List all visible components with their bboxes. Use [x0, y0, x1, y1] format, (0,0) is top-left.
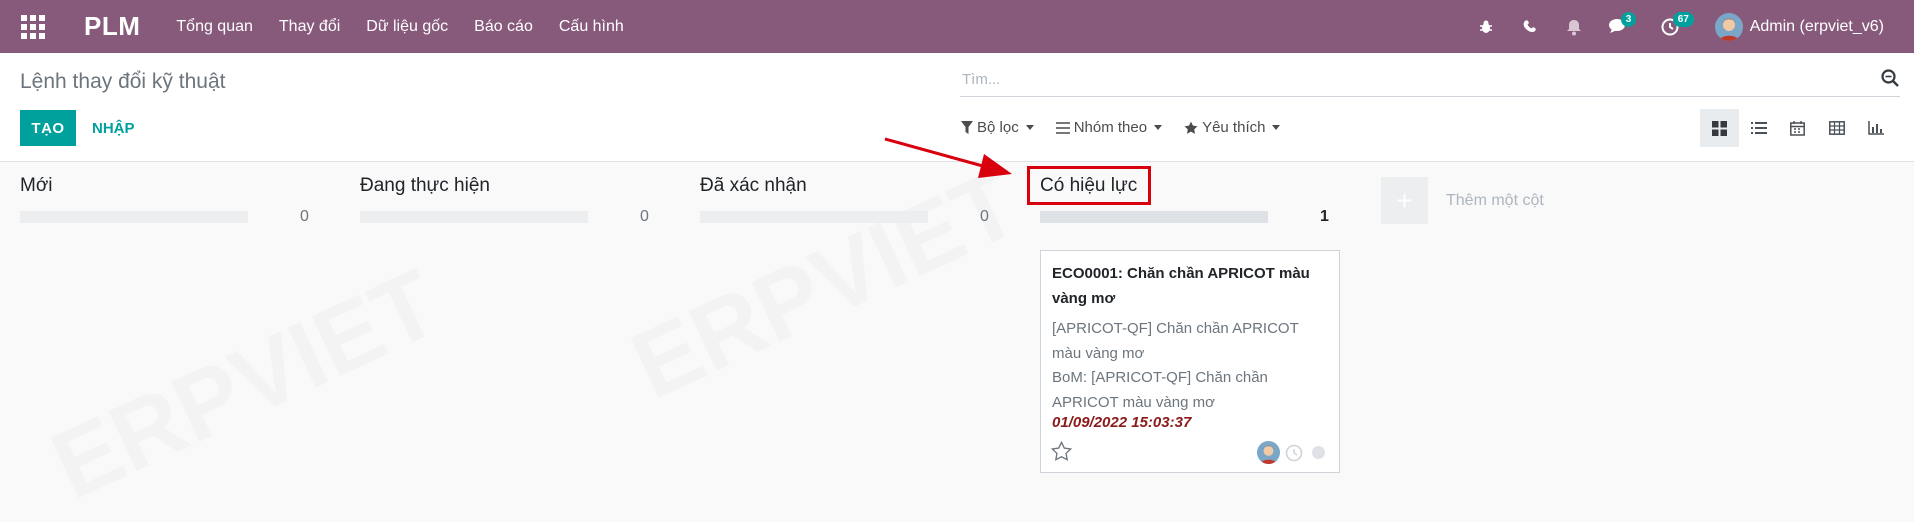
bell-icon[interactable]	[1563, 16, 1585, 38]
menu-configuration[interactable]: Cấu hình	[559, 18, 624, 36]
card-meta	[1257, 441, 1325, 464]
star-icon[interactable]	[1050, 440, 1073, 467]
menu-overview[interactable]: Tổng quan	[176, 18, 253, 36]
favorites-dropdown[interactable]: Yêu thích	[1184, 119, 1281, 136]
chat-icon[interactable]: 3	[1607, 11, 1637, 38]
user-name: Admin (erpviet_v6)	[1749, 17, 1884, 35]
search-icon[interactable]	[1880, 68, 1900, 93]
groupby-dropdown[interactable]: Nhóm theo	[1055, 119, 1163, 136]
column-title[interactable]: Mới	[20, 172, 310, 200]
column-count: 0	[980, 208, 989, 225]
groupby-icon	[1055, 121, 1070, 134]
menu-changes[interactable]: Thay đổi	[279, 18, 340, 36]
kanban-column-in-progress: Đang thực hiện 0	[340, 172, 650, 225]
add-column-button[interactable]: + Thêm một cột	[1381, 177, 1544, 224]
annotation-highlight-box	[1027, 166, 1151, 205]
calendar-view-icon[interactable]	[1778, 109, 1817, 147]
avatar[interactable]	[1257, 441, 1280, 464]
clock-icon[interactable]: 67	[1659, 11, 1694, 38]
kanban-card[interactable]: ECO0001: Chăn chần APRICOT màu vàng mơ […	[1040, 250, 1340, 473]
plus-icon: +	[1381, 177, 1428, 224]
kanban-column-new: Mới 0	[0, 172, 310, 225]
column-count: 0	[300, 208, 309, 225]
navbar-systray: 3 67 Admin (erpviet_v6)	[1453, 0, 1884, 53]
star-icon	[1184, 121, 1198, 135]
breadcrumb: Lệnh thay đổi kỹ thuật	[20, 70, 226, 93]
list-view-icon[interactable]	[1739, 109, 1778, 147]
menu-reporting[interactable]: Báo cáo	[474, 18, 533, 36]
card-bom: BoM: [APRICOT-QF] Chăn chần APRICOT màu …	[1052, 369, 1268, 411]
menu-master-data[interactable]: Dữ liệu gốc	[366, 18, 448, 36]
graph-view-icon[interactable]	[1856, 109, 1895, 147]
chevron-down-icon	[1272, 125, 1281, 130]
card-title: ECO0001: Chăn chần APRICOT màu vàng mơ	[1052, 265, 1310, 307]
search-input[interactable]	[960, 66, 1844, 92]
avatar	[1714, 12, 1743, 41]
messages-badge: 3	[1620, 11, 1637, 27]
add-column-label: Thêm một cột	[1446, 191, 1544, 209]
chevron-down-icon	[1025, 125, 1034, 130]
user-menu[interactable]: Admin (erpviet_v6)	[1714, 12, 1884, 41]
top-navbar: PLM Tổng quan Thay đổi Dữ liệu gốc Báo c…	[0, 0, 1914, 53]
column-progressbar	[20, 211, 248, 223]
phone-icon[interactable]	[1519, 16, 1541, 38]
red-arrow-annotation	[884, 137, 1012, 178]
card-date: 01/09/2022 15:03:37	[1052, 414, 1192, 431]
column-title[interactable]: Đang thực hiện	[360, 172, 650, 200]
kanban-view-icon[interactable]	[1700, 109, 1739, 147]
app-brand[interactable]: PLM	[84, 11, 140, 42]
clock-icon[interactable]	[1285, 444, 1303, 462]
watermark: ERPVIET	[36, 248, 455, 521]
create-button[interactable]: TẠO	[20, 110, 76, 146]
apps-grid-icon[interactable]	[20, 14, 46, 40]
column-count: 0	[640, 208, 649, 225]
import-button[interactable]: NHẬP	[92, 110, 135, 146]
column-count: 1	[1320, 208, 1329, 225]
column-progressbar	[1040, 211, 1268, 223]
column-progressbar	[700, 211, 928, 223]
view-switcher	[1700, 109, 1895, 147]
chevron-down-icon	[1154, 125, 1163, 130]
pivot-view-icon[interactable]	[1817, 109, 1856, 147]
status-dot[interactable]	[1312, 446, 1325, 459]
search-bar	[960, 66, 1900, 97]
bug-icon[interactable]	[1475, 16, 1497, 38]
card-product: [APRICOT-QF] Chăn chần APRICOT màu vàng …	[1052, 320, 1299, 362]
activities-badge: 67	[1672, 11, 1694, 27]
column-progressbar	[360, 211, 588, 223]
